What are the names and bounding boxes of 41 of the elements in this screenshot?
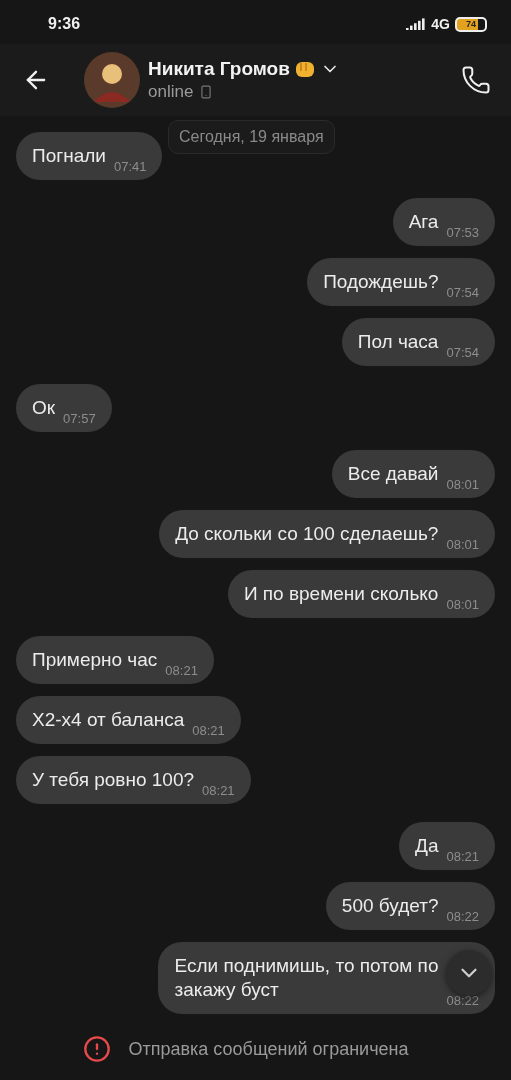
message-time: 08:21: [202, 783, 235, 798]
message-time: 08:01: [446, 597, 479, 612]
message-time: 07:54: [446, 345, 479, 360]
message-text: До скольки со 100 сделаешь?: [175, 522, 439, 546]
restriction-notice: Отправка сообщений ограничена: [128, 1038, 409, 1060]
network-type: 4G: [431, 16, 450, 32]
status-time: 9:36: [48, 15, 81, 33]
message-text: Погнали: [32, 144, 106, 168]
date-chip: Сегодня, 19 января: [168, 120, 335, 154]
battery-indicator: 74: [455, 16, 487, 32]
message-time: 08:21: [165, 663, 198, 678]
message-time: 07:41: [113, 159, 147, 174]
message-time: 08:22: [446, 993, 479, 1008]
message-time: 08:01: [446, 537, 479, 552]
message-text: Ок: [32, 396, 56, 420]
message-text: Ага: [408, 210, 439, 234]
message-text: У тебя ровно 100?: [32, 768, 195, 792]
message-text: 500 будет?: [341, 894, 439, 918]
contact-name: Никита Громов: [148, 58, 290, 80]
message-time: 07:54: [446, 285, 479, 300]
message-text: Все давай: [347, 462, 439, 486]
message-text: И по времени сколько: [243, 582, 439, 606]
call-button[interactable]: [461, 65, 491, 95]
message-time: 08:21: [446, 849, 479, 864]
message-text: Примерно час: [32, 648, 158, 672]
message-time: 07:53: [446, 225, 479, 240]
message-time: 07:57: [63, 411, 96, 426]
alert-icon: [82, 1035, 111, 1063]
message-text: Пол часа: [357, 330, 439, 354]
message-text: Да: [415, 834, 439, 858]
message-text: Если поднимишь, то потом по закажу буст: [174, 954, 439, 1002]
online-status: online: [148, 82, 194, 102]
avatar[interactable]: [84, 52, 140, 108]
fist-icon: [293, 59, 316, 79]
message-time: 08:01: [446, 477, 479, 492]
signal-icon: [406, 18, 427, 30]
phone-device-icon: [199, 85, 214, 99]
message-time: 08:22: [446, 909, 479, 924]
message-text: X2-x4 от баланса: [32, 708, 185, 732]
message-time: 08:21: [192, 723, 225, 738]
message-text: Подождешь?: [323, 270, 439, 294]
